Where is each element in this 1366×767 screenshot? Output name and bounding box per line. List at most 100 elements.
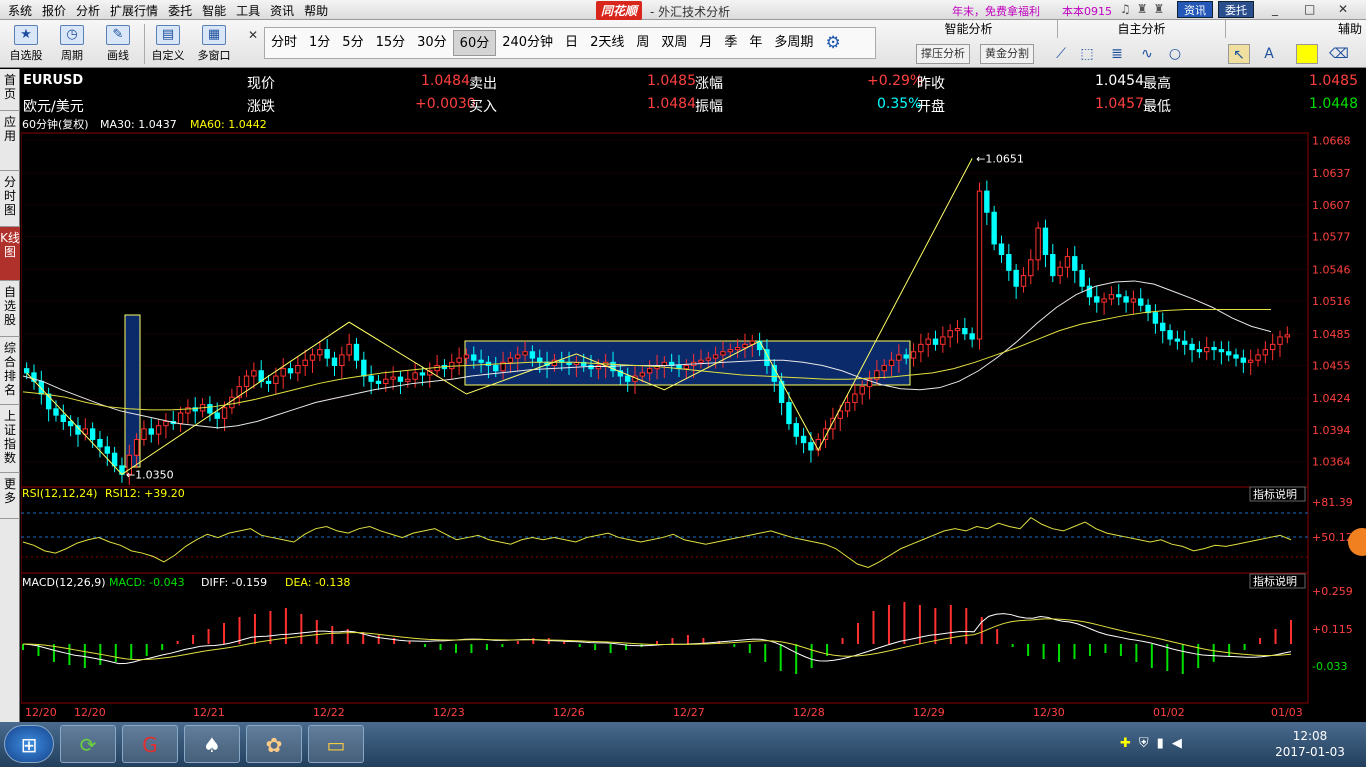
menu-item-help[interactable]: 帮助: [302, 2, 336, 19]
promo-link[interactable]: 年末，免费拿福利: [952, 3, 1040, 19]
wave-tool-icon[interactable]: ∿: [1136, 44, 1158, 64]
bell-icon[interactable]: ♫: [1120, 2, 1137, 16]
date-label: 12/20: [74, 706, 106, 719]
cursor-icon[interactable]: ↖: [1228, 44, 1250, 64]
tab-smart-analysis[interactable]: 智能分析: [880, 20, 1058, 38]
menu-item-extended-quote[interactable]: 扩展行情: [108, 2, 166, 19]
rsi-pane-frame: [21, 486, 1309, 574]
maximize-button[interactable]: □: [1304, 2, 1315, 16]
candle-down: [1167, 330, 1173, 340]
candle-down: [1182, 340, 1188, 345]
period-day[interactable]: 日: [559, 30, 584, 56]
system-clock[interactable]: 12:08 2017-01-03: [1270, 728, 1350, 760]
period-week[interactable]: 周: [630, 30, 655, 56]
taskbar-app-paint[interactable]: ✿: [246, 725, 302, 763]
menu-item-quote[interactable]: 报价: [40, 2, 74, 19]
candle-up: [405, 378, 411, 382]
period-15min[interactable]: 15分: [370, 30, 412, 56]
period-5min[interactable]: 5分: [336, 30, 369, 56]
menu-item-smart[interactable]: 智能: [200, 2, 234, 19]
candle-up: [309, 354, 316, 361]
macd-tick-bottom: -0.033: [1312, 660, 1347, 673]
menu-item-news[interactable]: 资讯: [268, 2, 302, 19]
taskbar-app-ths[interactable]: G: [122, 725, 178, 763]
taskbar-app-explorer[interactable]: ▭: [308, 725, 364, 763]
eraser-icon[interactable]: ⌫: [1328, 44, 1350, 64]
shirt-icon[interactable]: ♜: [1137, 2, 1154, 16]
vtab-timeshare[interactable]: 分时图: [0, 171, 20, 227]
font-tool-icon[interactable]: A: [1258, 44, 1280, 64]
period-multi[interactable]: 多周期: [768, 30, 819, 56]
period-month[interactable]: 月: [693, 30, 718, 56]
date-label: 01/03: [1271, 706, 1303, 719]
candle-down: [903, 354, 909, 359]
menu-item-order[interactable]: 委托: [166, 2, 200, 19]
rect-tool-icon[interactable]: ⬚: [1076, 44, 1098, 64]
news-button[interactable]: 资讯: [1177, 1, 1213, 18]
candle-down: [148, 428, 154, 435]
main-menu: 系统 报价 分析 扩展行情 委托 智能 工具 资讯 帮助: [6, 2, 336, 19]
vtab-ranking[interactable]: 综合排名: [0, 337, 20, 405]
tray-icons[interactable]: ✚⛨▮◀: [1120, 736, 1190, 751]
golden-section-button[interactable]: 黄金分割: [980, 44, 1034, 64]
vtab-more[interactable]: 更多: [0, 473, 20, 519]
vtab-kline[interactable]: K线图: [0, 227, 20, 281]
vtab-home[interactable]: 首页: [0, 69, 20, 111]
customize-button[interactable]: ▤ 自定义: [148, 23, 188, 65]
plus-icon[interactable]: ✚: [1120, 736, 1139, 751]
vtab-watchlist[interactable]: 自选股: [0, 281, 20, 337]
period-2week[interactable]: 双周: [655, 30, 693, 56]
multi-window-button[interactable]: ▦ 多窗口: [194, 23, 234, 65]
text-tool-icon[interactable]: ≣: [1106, 44, 1128, 64]
taskbar-app-cards[interactable]: ♠: [184, 725, 240, 763]
version-label[interactable]: 本本0915: [1062, 3, 1112, 19]
support-resistance-button[interactable]: 撑压分析: [916, 44, 970, 64]
menu-item-system[interactable]: 系统: [6, 2, 40, 19]
color-swatch[interactable]: [1296, 44, 1318, 64]
candle-up: [705, 357, 712, 361]
shield-icon[interactable]: ⛨: [1139, 736, 1157, 751]
candle-down: [471, 354, 477, 361]
line-tool-icon[interactable]: ⟋: [1050, 44, 1072, 64]
period-60min[interactable]: 60分: [452, 30, 497, 56]
candle-down: [38, 380, 45, 395]
period-30min[interactable]: 30分: [411, 30, 453, 56]
network-icon[interactable]: ▮: [1157, 736, 1172, 751]
rsi-line: [22, 516, 1292, 568]
period-timeshare[interactable]: 分时: [265, 30, 303, 56]
vtab-sh-index[interactable]: 上证指数: [0, 405, 20, 473]
candle-up: [434, 364, 440, 372]
volume-icon[interactable]: ◀: [1172, 736, 1190, 751]
menu-item-tools[interactable]: 工具: [234, 2, 268, 19]
circle-tool-icon[interactable]: ○: [1164, 44, 1186, 64]
menu-item-analysis[interactable]: 分析: [74, 2, 108, 19]
period-2day[interactable]: 2天线: [584, 30, 630, 56]
vtab-apps[interactable]: 应用: [0, 111, 20, 171]
candle-down: [1013, 269, 1019, 287]
watchlist-button[interactable]: ★ 自选股: [6, 23, 46, 65]
close-button[interactable]: ✕: [1338, 2, 1348, 16]
high-value: 1.0485: [1309, 73, 1358, 89]
minimize-button[interactable]: _: [1272, 2, 1278, 16]
tab-self-analysis[interactable]: 自主分析: [1058, 20, 1226, 38]
start-button[interactable]: ⊞: [4, 725, 54, 763]
draw-button[interactable]: ✎ 画线: [98, 23, 138, 65]
gear-icon[interactable]: ⚙: [819, 30, 846, 56]
candle-up: [141, 428, 147, 440]
taskbar-app-refresh[interactable]: ⟳: [60, 725, 116, 763]
candle-up: [844, 401, 851, 412]
tab-assist[interactable]: 辅助: [1226, 20, 1366, 38]
trade-button[interactable]: 委托: [1218, 1, 1254, 18]
period-1min[interactable]: 1分: [303, 30, 336, 56]
candle-up: [698, 359, 704, 363]
candle-up: [515, 354, 521, 359]
period-year[interactable]: 年: [743, 30, 768, 56]
shirt2-icon[interactable]: ♜: [1154, 2, 1171, 16]
close-icon[interactable]: ✕: [248, 28, 258, 42]
period-240min[interactable]: 240分钟: [496, 30, 559, 56]
prev-close-label: 昨收: [917, 76, 945, 92]
period-button[interactable]: ◷ 周期: [52, 23, 92, 65]
period-quarter[interactable]: 季: [718, 30, 743, 56]
chart-area[interactable]: 60分钟(复权) MA30: 1.0437 MA60: 1.0442 1.066…: [21, 117, 1366, 722]
date-label: 12/23: [433, 706, 465, 719]
